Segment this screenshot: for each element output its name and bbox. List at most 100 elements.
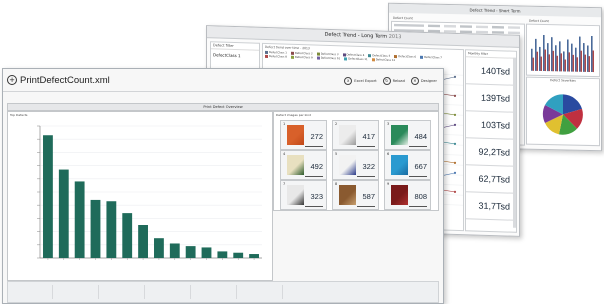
defect-tile-sparkline	[409, 143, 427, 147]
defect-thumbnail	[391, 155, 408, 175]
defect-tile[interactable]: 9 808	[384, 180, 431, 210]
table-cell	[428, 24, 440, 28]
defect-thumbnail	[391, 125, 408, 145]
table-cell	[508, 26, 520, 29]
legend-swatch	[368, 54, 372, 58]
short-term-bar	[567, 39, 569, 72]
defect-tile-sparkline	[357, 203, 375, 207]
defect-tile-count: 667	[414, 162, 427, 171]
designer-button[interactable]: ✕ Designer	[410, 77, 437, 85]
defect-tile-number: 2	[335, 122, 338, 126]
defect-tile-number: 7	[283, 182, 286, 186]
long-term-title: Defect Trend - Long Term	[324, 31, 388, 40]
bar	[169, 243, 180, 258]
strip-cell	[100, 285, 145, 299]
legend-swatch	[290, 51, 294, 55]
legend-swatch	[342, 53, 346, 57]
reload-button[interactable]: ↻ Reload	[382, 77, 405, 85]
monthly-kpi-panel: Monthly filter 140Tsd 139Tsd 103Tsd 92,2…	[465, 49, 517, 233]
defect-thumbnail	[339, 125, 356, 145]
legend-swatch	[344, 57, 348, 61]
short-term-bar	[564, 59, 566, 72]
legend-swatch	[265, 54, 268, 59]
defect-tile-count: 587	[362, 192, 375, 201]
defect-tile-sparkline	[305, 143, 323, 147]
table-cell	[476, 25, 488, 29]
bar	[43, 135, 53, 258]
short-term-bar	[587, 45, 589, 72]
defect-tile[interactable]: 1 272	[280, 120, 327, 150]
print-defect-window[interactable]: + PrintDefectCount.xml x Excel Export ↻ …	[2, 68, 444, 304]
legend-swatch	[316, 52, 320, 56]
kpi-value: 31,7Tsd	[466, 192, 516, 221]
defect-severity-pie	[542, 94, 583, 135]
strip-cell	[54, 285, 99, 299]
bar	[138, 225, 148, 258]
strip-cell	[8, 285, 53, 299]
bar	[201, 247, 212, 258]
defect-severity-pie-panel: Defect Severities	[526, 76, 600, 147]
excel-export-icon: x	[344, 77, 353, 85]
table-cell	[444, 24, 456, 28]
long-term-year: 2013	[388, 33, 402, 41]
defect-tile-number: 5	[335, 152, 338, 156]
defect-tile[interactable]: 2 417	[332, 120, 379, 150]
reload-icon: ↻	[382, 77, 391, 85]
toolbar: x Excel Export ↻ Reload ✕ Designer	[344, 77, 437, 85]
short-term-bar-chart	[526, 23, 600, 78]
bar	[249, 254, 259, 258]
short-term-bar	[584, 54, 586, 72]
bar	[154, 238, 164, 258]
defect-tile-count: 484	[414, 132, 427, 141]
legend-swatch	[316, 56, 320, 60]
short-term-bar	[543, 35, 545, 72]
defect-filter-item[interactable]: DefectClass 1	[211, 49, 259, 62]
defect-tile[interactable]: 5 322	[332, 150, 379, 180]
defect-tile[interactable]: 6 667	[384, 150, 431, 180]
legend-swatch	[371, 58, 375, 62]
defect-tile-count: 272	[310, 132, 323, 141]
designer-icon: ✕	[410, 77, 419, 85]
short-term-bar	[551, 37, 553, 72]
short-term-bar	[571, 43, 573, 72]
bar	[90, 199, 101, 258]
defect-tile[interactable]: 3 484	[384, 120, 431, 150]
short-term-bar	[568, 52, 570, 72]
short-term-bar	[539, 46, 541, 71]
short-term-bar	[532, 57, 534, 71]
short-term-bar	[556, 55, 559, 72]
kpi-scrollbar[interactable]	[513, 57, 516, 228]
defect-thumbnail	[391, 185, 408, 205]
short-term-bar	[575, 47, 577, 72]
defect-tile-number: 9	[387, 182, 390, 186]
short-term-bar	[552, 50, 555, 72]
defect-tile-count: 808	[414, 192, 427, 201]
kpi-value: 140Tsd	[466, 57, 516, 86]
short-term-bar	[579, 36, 581, 72]
excel-export-label: Excel Export	[354, 79, 377, 83]
defect-tile-sparkline	[409, 203, 427, 207]
short-term-bar	[592, 50, 594, 73]
defect-tile[interactable]: 4 492	[280, 150, 327, 180]
defect-image-grid-header: Defect images per kind	[276, 113, 312, 117]
short-term-bar	[559, 41, 561, 72]
short-term-bars	[531, 35, 594, 73]
defect-tile-count: 323	[310, 192, 323, 201]
defect-tile-number: 6	[387, 152, 390, 156]
top-defects-panel: Top Defects	[7, 111, 273, 281]
short-term-bar	[548, 54, 551, 72]
bar	[233, 252, 244, 258]
bar	[106, 201, 117, 258]
bar	[185, 246, 196, 258]
kpi-value: 139Tsd	[466, 84, 516, 113]
overview-title: Print Defect Overview	[7, 103, 439, 111]
strip-cell	[192, 285, 237, 299]
short-term-bar	[583, 43, 585, 72]
defect-tile[interactable]: 8 587	[332, 180, 379, 210]
excel-export-button[interactable]: x Excel Export	[344, 77, 377, 85]
defect-tile[interactable]: 7 323	[280, 180, 327, 210]
add-icon[interactable]: +	[7, 75, 17, 85]
defect-tile-sparkline	[409, 173, 427, 177]
short-term-bar	[580, 50, 582, 72]
defect-tile-count: 492	[310, 162, 323, 171]
